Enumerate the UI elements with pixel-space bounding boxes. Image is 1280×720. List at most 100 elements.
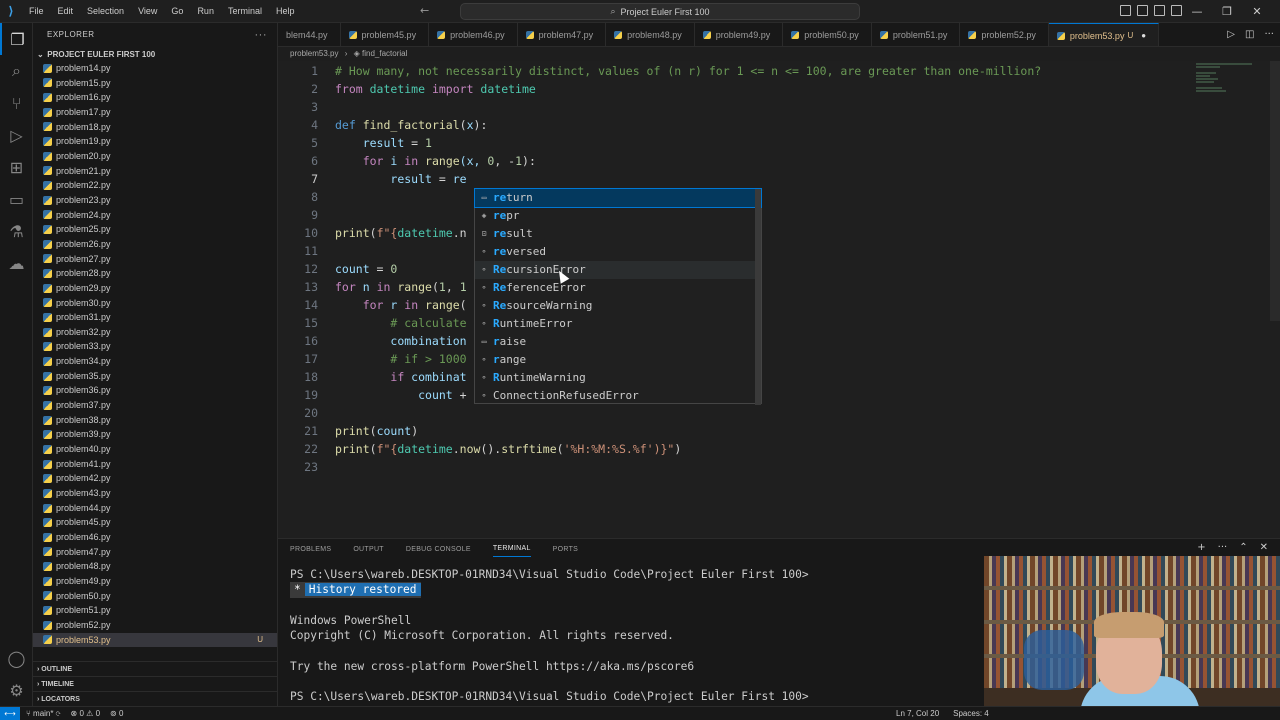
- outline-section[interactable]: › OUTLINE: [33, 661, 277, 676]
- suggestion-item[interactable]: ⊡ re sult: [475, 225, 761, 243]
- branch-status[interactable]: ⑂ main* ⟳: [26, 707, 61, 720]
- docker-icon[interactable]: ☁: [0, 247, 33, 279]
- suggestion-item[interactable]: ⚬ RuntimeError: [475, 315, 761, 333]
- suggestion-item[interactable]: ⚬ ConnectionRefusedError: [475, 387, 761, 405]
- file-item[interactable]: problem16.py: [33, 90, 277, 105]
- menu-edit[interactable]: Edit: [51, 0, 81, 23]
- file-item[interactable]: problem30.py: [33, 296, 277, 311]
- manage-gear-icon[interactable]: ⚙: [0, 674, 33, 706]
- file-item[interactable]: problem46.py: [33, 530, 277, 545]
- editor-scrollbar[interactable]: [1270, 61, 1280, 321]
- file-item[interactable]: problem14.py: [33, 61, 277, 76]
- editor-tab[interactable]: problem47.py: [518, 23, 607, 46]
- maximize-panel-icon[interactable]: ⌃: [1239, 542, 1247, 553]
- menu-terminal[interactable]: Terminal: [221, 0, 269, 23]
- file-item[interactable]: problem17.py: [33, 105, 277, 120]
- suggestion-item[interactable]: ▭ r aise: [475, 333, 761, 351]
- terminal-output[interactable]: PS C:\Users\wareb.DESKTOP-01RND34\Visual…: [290, 567, 809, 705]
- suggestion-item[interactable]: ⚬ Re ferenceError: [475, 279, 761, 297]
- command-center-search[interactable]: ⌕ Project Euler First 100: [460, 3, 860, 20]
- tab-problems[interactable]: PROBLEMS: [290, 542, 331, 557]
- file-item[interactable]: problem33.py: [33, 339, 277, 354]
- file-item[interactable]: problem23.py: [33, 193, 277, 208]
- menu-go[interactable]: Go: [164, 0, 190, 23]
- file-item[interactable]: problem47.py: [33, 545, 277, 560]
- editor-tab[interactable]: problem49.py: [695, 23, 784, 46]
- problems-status[interactable]: ⊗ 0 ⚠ 0: [71, 707, 100, 720]
- file-item[interactable]: problem49.py: [33, 574, 277, 589]
- tab-debug-console[interactable]: DEBUG CONSOLE: [406, 542, 471, 557]
- suggest-scrollbar[interactable]: [755, 189, 761, 405]
- suggestion-item[interactable]: ▭ re turn: [474, 188, 762, 208]
- file-item[interactable]: problem38.py: [33, 413, 277, 428]
- suggestion-item[interactable]: ⚬ r ange: [475, 351, 761, 369]
- file-item[interactable]: problem25.py: [33, 222, 277, 237]
- file-item[interactable]: problem18.py: [33, 120, 277, 135]
- tab-terminal[interactable]: TERMINAL: [492, 541, 531, 557]
- editor-tab[interactable]: problem50.py: [783, 23, 872, 46]
- file-item[interactable]: problem32.py: [33, 325, 277, 340]
- suggestion-item[interactable]: ⚬ re versed: [475, 243, 761, 261]
- file-item[interactable]: problem42.py: [33, 471, 277, 486]
- run-debug-icon[interactable]: ▷: [0, 119, 33, 151]
- file-item[interactable]: problem53.py U: [33, 632, 277, 648]
- toggle-panel-icon[interactable]: [1137, 5, 1148, 16]
- search-view-icon[interactable]: ⌕: [0, 55, 33, 87]
- file-item[interactable]: problem50.py: [33, 589, 277, 604]
- file-item[interactable]: problem37.py: [33, 398, 277, 413]
- minimize-icon[interactable]: —: [1182, 0, 1212, 23]
- explorer-icon[interactable]: ❐: [0, 23, 33, 55]
- editor-tab-active[interactable]: problem53.py U ●: [1048, 23, 1160, 46]
- file-item[interactable]: problem36.py: [33, 383, 277, 398]
- locators-section[interactable]: › LOCATORS: [33, 691, 277, 706]
- extensions-icon[interactable]: ⊞: [0, 151, 33, 183]
- close-window-icon[interactable]: ✕: [1242, 0, 1272, 23]
- maximize-icon[interactable]: ❐: [1212, 0, 1242, 23]
- tab-output[interactable]: OUTPUT: [353, 542, 384, 557]
- file-item[interactable]: problem20.py: [33, 149, 277, 164]
- file-item[interactable]: problem39.py: [33, 427, 277, 442]
- menu-selection[interactable]: Selection: [80, 0, 131, 23]
- menu-run[interactable]: Run: [190, 0, 221, 23]
- editor-tab[interactable]: problem48.py: [606, 23, 695, 46]
- file-item[interactable]: problem29.py: [33, 281, 277, 296]
- file-item[interactable]: problem28.py: [33, 266, 277, 281]
- testing-icon[interactable]: ⚗: [0, 215, 33, 247]
- timeline-section[interactable]: › TIMELINE: [33, 676, 277, 691]
- file-item[interactable]: problem31.py: [33, 310, 277, 325]
- suggestion-item[interactable]: ⚬ Re cursionError: [475, 261, 761, 279]
- back-arrow-icon[interactable]: ←: [420, 4, 429, 17]
- toggle-sidebar-icon[interactable]: [1120, 5, 1131, 16]
- file-item[interactable]: problem52.py: [33, 618, 277, 633]
- file-item[interactable]: problem15.py: [33, 76, 277, 91]
- remote-indicator-icon[interactable]: ⟷: [0, 707, 20, 720]
- cursor-position[interactable]: Ln 7, Col 20: [896, 707, 939, 720]
- breadcrumb-symbol[interactable]: find_factorial: [362, 49, 407, 58]
- toggle-secondary-sidebar-icon[interactable]: [1154, 5, 1165, 16]
- file-item[interactable]: problem21.py: [33, 164, 277, 179]
- workspace-folder[interactable]: ⌄ PROJECT EULER FIRST 100: [33, 47, 277, 62]
- run-file-icon[interactable]: ▷: [1227, 29, 1235, 40]
- menu-help[interactable]: Help: [269, 0, 302, 23]
- ports-status[interactable]: ⊚ 0: [110, 707, 123, 720]
- editor-tab[interactable]: problem52.py: [960, 23, 1049, 46]
- file-item[interactable]: problem45.py: [33, 515, 277, 530]
- file-item[interactable]: problem51.py: [33, 603, 277, 618]
- suggestion-item[interactable]: ⚬ Re sourceWarning: [475, 297, 761, 315]
- minimap[interactable]: [1196, 63, 1256, 103]
- tab-ports[interactable]: PORTS: [553, 542, 579, 557]
- more-actions-icon[interactable]: ···: [1264, 29, 1274, 40]
- breadcrumb-file[interactable]: problem53.py: [290, 49, 338, 58]
- file-item[interactable]: problem22.py: [33, 178, 277, 193]
- more-actions-icon[interactable]: ···: [1218, 542, 1228, 553]
- editor-tab[interactable]: problem51.py: [872, 23, 961, 46]
- new-terminal-icon[interactable]: +: [1197, 542, 1205, 553]
- file-item[interactable]: problem44.py: [33, 501, 277, 516]
- split-editor-icon[interactable]: ◫: [1245, 29, 1254, 40]
- source-control-icon[interactable]: ⑂: [0, 87, 33, 119]
- editor-tab[interactable]: problem46.py: [429, 23, 518, 46]
- suggestion-item[interactable]: ⚬ RuntimeWarning: [475, 369, 761, 387]
- sync-icon[interactable]: ⟳: [56, 709, 61, 718]
- more-actions-icon[interactable]: ···: [255, 23, 268, 47]
- remote-explorer-icon[interactable]: ▭: [0, 183, 33, 215]
